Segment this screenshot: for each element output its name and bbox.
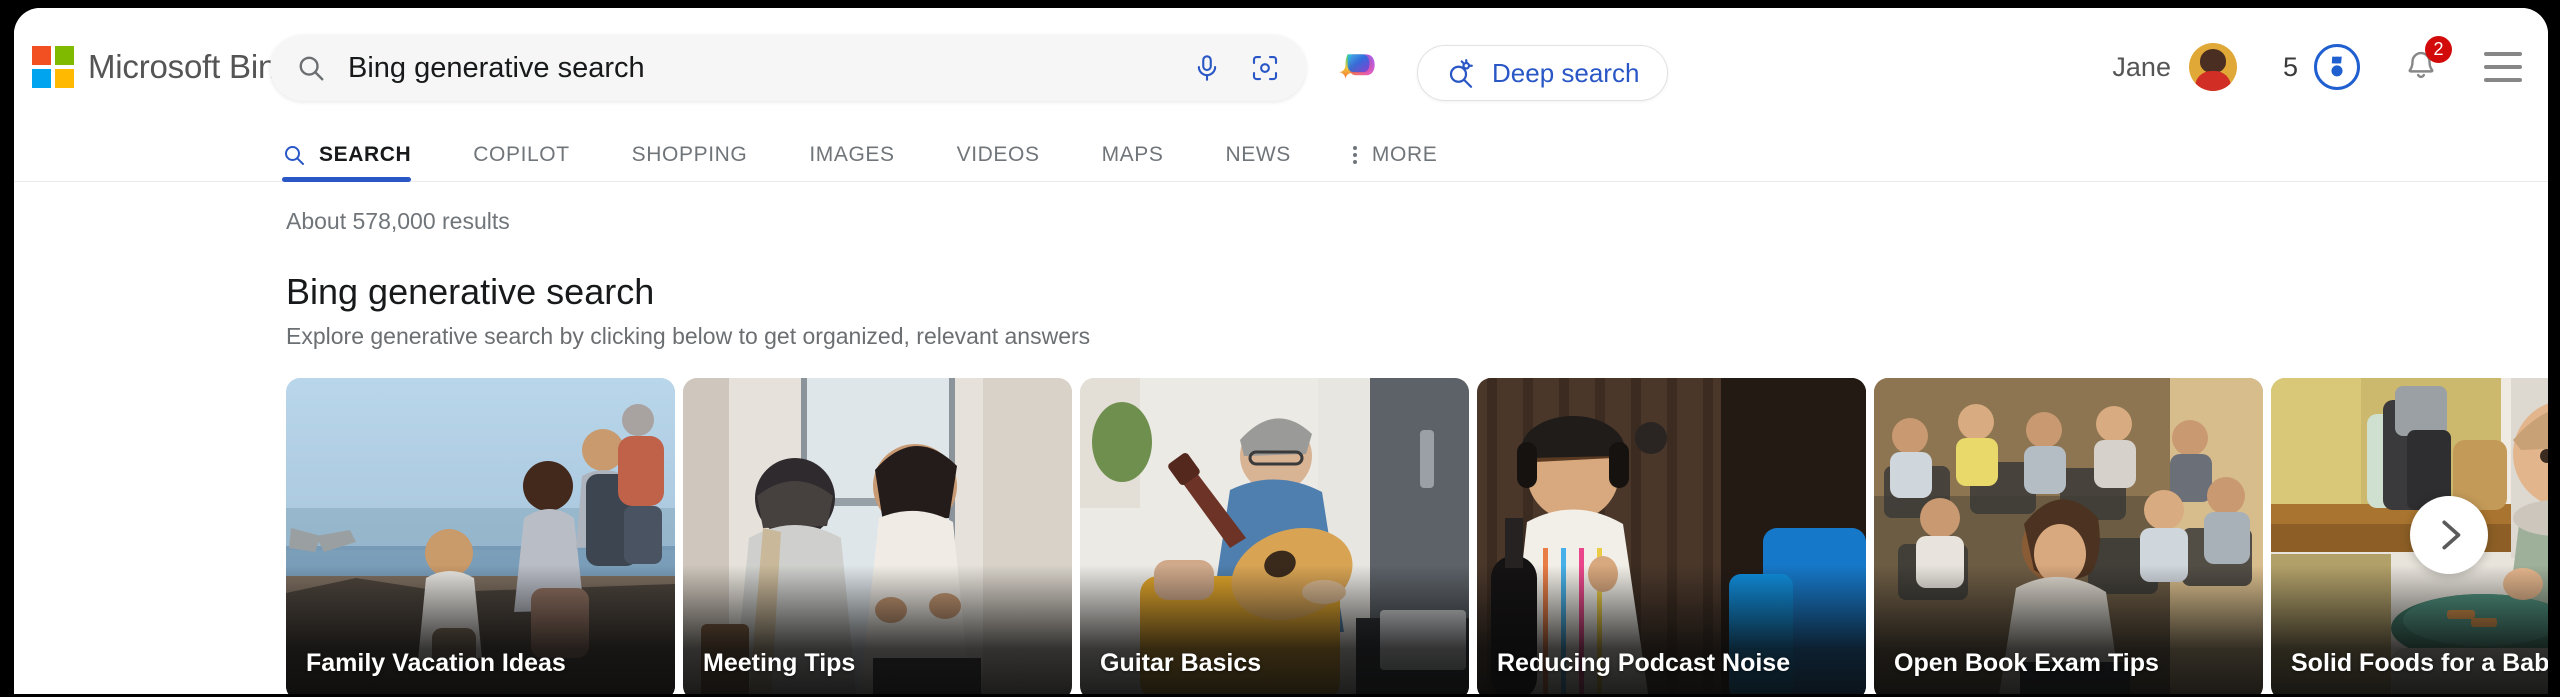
bing-logo-link[interactable]: Microsoft Bing [32,46,294,88]
page-header: Microsoft Bing Bing generative search De… [14,8,2548,126]
card-family-vacation-ideas[interactable]: Family Vacation Ideas [286,378,675,694]
tab-news[interactable]: NEWS [1226,143,1291,181]
deep-search-icon [1446,58,1476,88]
page-subtitle: Explore generative search by clicking be… [286,323,1091,349]
copilot-button[interactable] [1332,43,1384,95]
camera-lens-icon[interactable] [1250,53,1280,83]
search-icon [296,53,326,83]
card-open-book-exam-tips[interactable]: Open Book Exam Tips [1874,378,2263,694]
carousel-next-button[interactable] [2410,496,2488,574]
navigation-tabs: SEARCH COPILOT SHOPPING IMAGES VIDEOS MA… [14,126,2548,182]
tab-maps[interactable]: MAPS [1102,143,1164,181]
card-label: Family Vacation Ideas [306,649,566,677]
copilot-icon [1338,54,1375,80]
tab-label: SHOPPING [631,143,748,166]
browser-page: Microsoft Bing Bing generative search De… [14,8,2548,694]
microsoft-logo [32,46,74,88]
tab-search[interactable]: SEARCH [282,143,412,182]
tab-shopping[interactable]: SHOPPING [632,143,748,181]
tab-label: NEWS [1225,143,1291,166]
main-content: About 578,000 results Bing generative se… [14,182,2548,694]
card-label: Meeting Tips [703,649,856,677]
search-icon [285,146,304,165]
topic-carousel: Family Vacation Ideas Meeting Tips Guita… [286,378,2548,694]
card-label: Open Book Exam Tips [1894,649,2159,677]
search-bar[interactable] [270,35,1306,101]
tab-videos[interactable]: VIDEOS [957,143,1040,181]
user-toolbar: Jane 5 2 [2112,8,2522,126]
tab-label: IMAGES [809,143,895,166]
deep-search-label: Deep search [1492,57,1640,88]
card-label: Guitar Basics [1100,649,1262,677]
chevron-right-icon [2442,520,2461,550]
tab-copilot[interactable]: COPILOT [473,143,569,181]
rewards-points: 5 [2282,51,2298,82]
tab-label: VIDEOS [956,143,1040,166]
page-title: Bing generative search [286,271,655,312]
tab-more[interactable]: MORE [1352,143,1438,181]
card-label: Reducing Podcast Noise [1497,649,1791,677]
rewards-button[interactable]: 5 [2283,44,2360,90]
avatar[interactable] [2188,43,2237,91]
more-vertical-icon [1352,146,1357,164]
microphone-icon[interactable] [1192,53,1222,83]
brand-name: Microsoft Bing [88,48,295,85]
results-count: About 578,000 results [286,208,510,234]
search-input[interactable] [348,51,1192,85]
hamburger-menu-icon[interactable] [2484,52,2522,82]
tab-label: MAPS [1101,143,1164,166]
tab-images[interactable]: IMAGES [809,143,894,181]
card-reducing-podcast-noise[interactable]: Reducing Podcast Noise [1477,378,1866,694]
rewards-medal-icon [2314,44,2360,90]
tab-label: SEARCH [319,143,412,166]
notifications-button[interactable]: 2 [2404,35,2452,87]
user-name[interactable]: Jane [2112,52,2171,83]
notification-badge: 2 [2425,35,2452,63]
tab-label: MORE [1371,143,1438,166]
deep-search-button[interactable]: Deep search [1417,45,1669,101]
card-guitar-basics[interactable]: Guitar Basics [1080,378,1469,694]
card-meeting-tips[interactable]: Meeting Tips [683,378,1072,694]
tab-label: COPILOT [473,143,570,166]
card-label: Solid Foods for a Baby [2291,649,2548,677]
